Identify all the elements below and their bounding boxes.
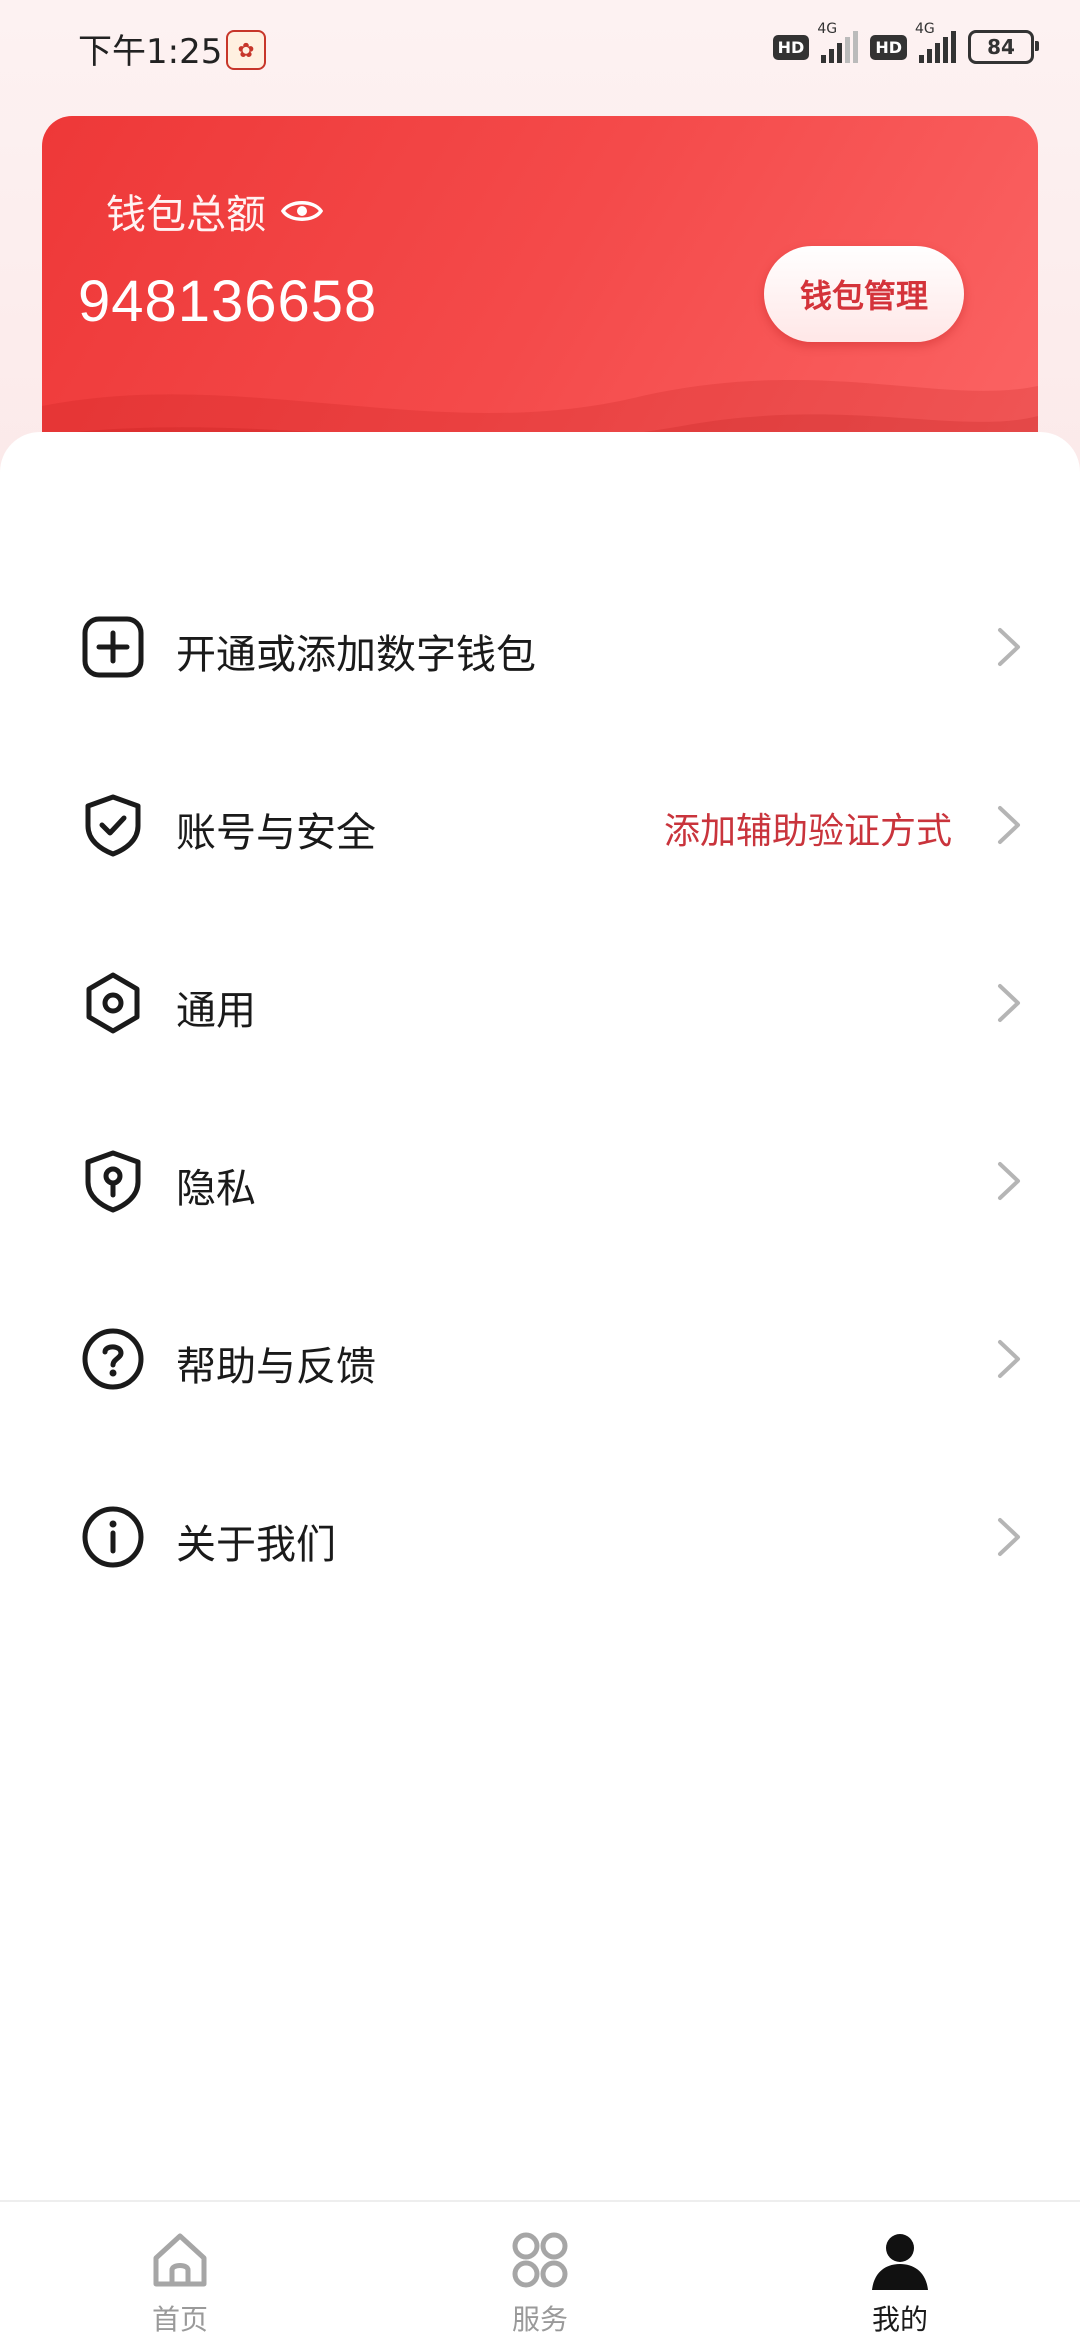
home-icon xyxy=(153,2233,207,2287)
app-notification-icon: ✿ xyxy=(226,30,266,70)
menu-item-label: 通用 xyxy=(176,988,256,1034)
menu-item-label: 开通或添加数字钱包 xyxy=(176,632,536,678)
menu-item-add-wallet[interactable]: 开通或添加数字钱包 xyxy=(0,582,1080,712)
menu-sheet: 开通或添加数字钱包 账号与安全 添加辅助验证方式 通用 隐私 帮助与反馈 关于我… xyxy=(0,432,1080,2202)
bottom-tab-bar: 首页 服务 我的 xyxy=(0,2200,1080,2342)
menu-item-label: 帮助与反馈 xyxy=(176,1344,376,1390)
wallet-amount: 948136658 xyxy=(78,269,378,334)
hd-badge: HD xyxy=(772,34,810,60)
menu-item-label: 隐私 xyxy=(176,1166,256,1212)
battery-icon: 84 xyxy=(968,30,1039,64)
chevron-right-icon xyxy=(998,628,1020,666)
chevron-right-icon xyxy=(998,1518,1020,1556)
menu-item-account-security[interactable]: 账号与安全 添加辅助验证方式 xyxy=(0,760,1080,890)
network-type-label: 4G xyxy=(817,21,838,37)
menu-item-general[interactable]: 通用 xyxy=(0,938,1080,1068)
signal-strength-icon: 4G xyxy=(915,21,956,63)
network-type-label: 4G xyxy=(915,21,935,37)
shield-check-icon xyxy=(85,794,141,857)
status-time: 下午1:25 xyxy=(78,32,223,72)
tab-me[interactable]: 我的 xyxy=(800,2202,1000,2342)
chevron-right-icon xyxy=(998,1340,1020,1378)
wallet-card: 钱包总额 948136658 钱包管理 xyxy=(42,116,1038,476)
shield-keyhole-icon xyxy=(85,1150,141,1213)
menu-item-about-us[interactable]: 关于我们 xyxy=(0,1472,1080,1602)
add-verification-hint: 添加辅助验证方式 xyxy=(663,811,952,852)
tab-label: 我的 xyxy=(871,2303,928,2336)
tab-label: 首页 xyxy=(151,2303,208,2336)
chevron-right-icon xyxy=(998,806,1020,844)
hexagon-settings-icon xyxy=(86,972,140,1034)
menu-item-help-feedback[interactable]: 帮助与反馈 xyxy=(0,1294,1080,1424)
menu-item-label: 关于我们 xyxy=(176,1522,336,1568)
signal-strength-icon: 4G xyxy=(817,21,859,63)
question-circle-icon xyxy=(82,1328,144,1390)
hd-badge: HD xyxy=(870,34,907,60)
tab-home[interactable]: 首页 xyxy=(80,2202,280,2342)
chevron-right-icon xyxy=(998,984,1020,1022)
plus-square-icon xyxy=(82,616,144,678)
eye-icon[interactable] xyxy=(280,195,324,227)
wallet-manage-button[interactable]: 钱包管理 xyxy=(764,246,964,342)
status-indicators: HD 4G HD 4G 84 xyxy=(772,21,1039,64)
chevron-right-icon xyxy=(998,1162,1020,1200)
wallet-title-row: 钱包总额 xyxy=(106,182,324,240)
tab-label: 服务 xyxy=(511,2303,568,2336)
menu-item-label: 账号与安全 xyxy=(176,810,376,856)
wallet-total-label: 钱包总额 xyxy=(106,192,266,238)
menu-item-privacy[interactable]: 隐私 xyxy=(0,1116,1080,1246)
status-bar: 下午1:25 ✿ HD 4G HD 4G 84 xyxy=(0,0,1080,100)
tab-services[interactable]: 服务 xyxy=(440,2202,640,2342)
grid-services-icon xyxy=(512,2232,568,2288)
info-circle-icon xyxy=(82,1506,144,1568)
person-icon xyxy=(872,2234,928,2290)
